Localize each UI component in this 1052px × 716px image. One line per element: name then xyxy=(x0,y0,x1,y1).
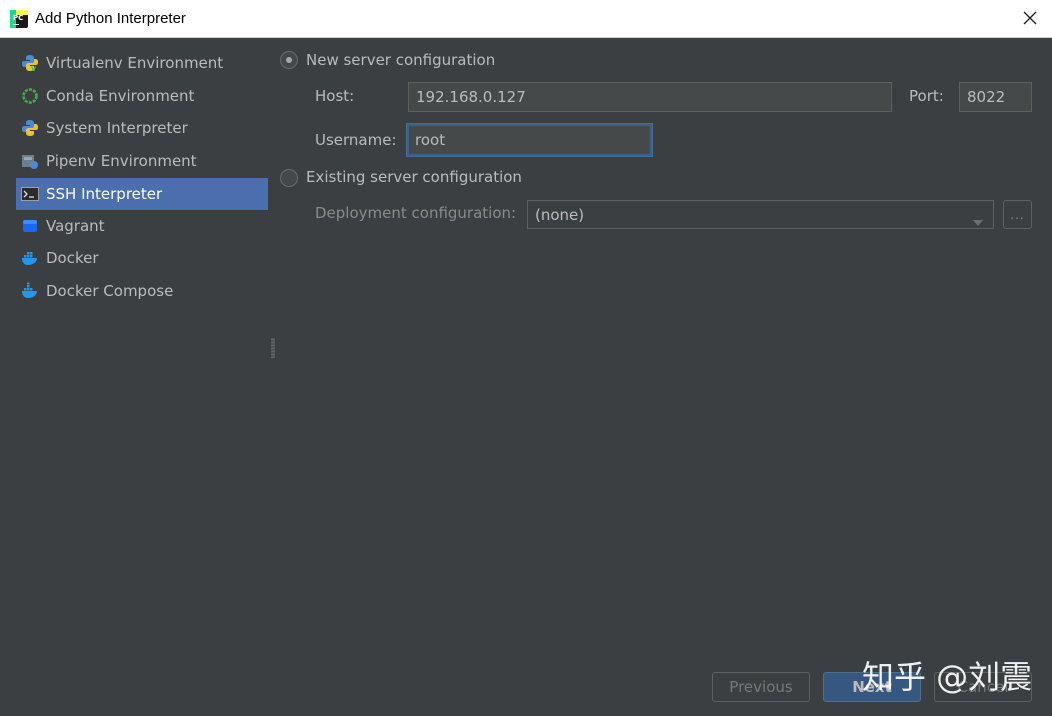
sidebar-item-label: Virtualenv Environment xyxy=(46,54,223,72)
existing-server-radio[interactable] xyxy=(280,169,298,187)
sidebar-item-virtualenv[interactable]: v Virtualenv Environment xyxy=(16,47,268,79)
python-icon xyxy=(21,119,39,137)
sidebar-item-conda[interactable]: Conda Environment xyxy=(16,80,268,112)
title-bar: PC Add Python Interpreter xyxy=(0,0,1052,38)
sidebar-item-label: Pipenv Environment xyxy=(46,152,197,170)
username-input[interactable] xyxy=(407,124,652,156)
sidebar-item-docker[interactable]: Docker xyxy=(16,242,268,274)
new-server-label: New server configuration xyxy=(306,51,495,69)
python-virtualenv-icon: v xyxy=(21,54,39,72)
interpreter-type-list: v Virtualenv Environment Conda Environme… xyxy=(0,38,270,716)
panel-splitter-handle[interactable] xyxy=(271,338,275,358)
svg-text:v: v xyxy=(31,64,37,72)
host-label: Host: xyxy=(315,87,354,105)
sidebar-item-label: Docker Compose xyxy=(46,282,173,300)
pipenv-icon xyxy=(21,152,39,170)
sidebar-item-system-interpreter[interactable]: System Interpreter xyxy=(16,112,268,144)
sidebar-item-ssh-interpreter[interactable]: SSH Interpreter xyxy=(16,178,268,210)
docker-compose-icon xyxy=(21,282,39,300)
deployment-config-value: (none) xyxy=(535,206,584,224)
close-icon[interactable] xyxy=(1020,8,1040,28)
username-label: Username: xyxy=(315,131,397,149)
terminal-icon xyxy=(21,185,39,203)
port-input[interactable] xyxy=(959,82,1032,112)
previous-button[interactable]: Previous xyxy=(712,672,810,702)
sidebar-item-vagrant[interactable]: Vagrant xyxy=(16,210,268,242)
sidebar-item-label: Conda Environment xyxy=(46,87,194,105)
window-title: Add Python Interpreter xyxy=(35,10,186,27)
sidebar-item-label: SSH Interpreter xyxy=(46,185,162,203)
sidebar-item-label: Docker xyxy=(46,249,99,267)
conda-icon xyxy=(21,87,39,105)
vagrant-icon xyxy=(21,217,39,235)
deployment-config-label: Deployment configuration: xyxy=(315,204,516,222)
watermark-text: 知乎 @刘震 xyxy=(862,652,1032,698)
sidebar-item-label: System Interpreter xyxy=(46,119,188,137)
host-input[interactable] xyxy=(408,82,892,112)
sidebar-item-docker-compose[interactable]: Docker Compose xyxy=(16,275,268,307)
port-label: Port: xyxy=(909,87,944,105)
sidebar-item-pipenv[interactable]: Pipenv Environment xyxy=(16,145,268,177)
docker-icon xyxy=(21,249,39,267)
chevron-down-icon xyxy=(973,212,983,230)
deployment-config-select[interactable]: (none) xyxy=(527,200,994,229)
new-server-radio[interactable] xyxy=(280,51,298,69)
sidebar-item-label: Vagrant xyxy=(46,217,105,235)
existing-server-label: Existing server configuration xyxy=(306,168,522,186)
browse-deployment-button[interactable]: ... xyxy=(1003,200,1032,229)
pycharm-logo-icon: PC xyxy=(10,10,28,28)
